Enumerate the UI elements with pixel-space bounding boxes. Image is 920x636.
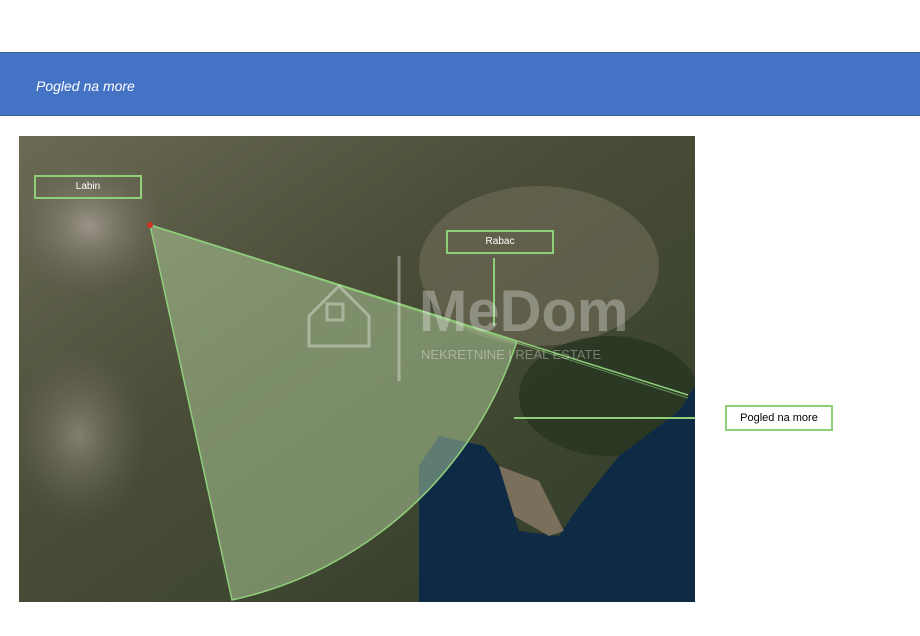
callout-sea-view: Pogled na more	[725, 405, 833, 431]
aerial-map: MeDom NEKRETNINE | REAL ESTATE Labin Rab…	[9, 136, 725, 602]
header-banner: Pogled na more	[0, 52, 920, 116]
page-title: Pogled na more	[36, 78, 135, 94]
label-rabac: Rabac	[446, 230, 554, 254]
label-labin: Labin	[34, 175, 142, 199]
watermark-tagline: NEKRETNINE | REAL ESTATE	[421, 347, 601, 362]
location-marker	[147, 222, 153, 228]
map-image: MeDom NEKRETNINE | REAL ESTATE	[9, 136, 725, 602]
watermark-brand: MeDom	[419, 279, 628, 344]
